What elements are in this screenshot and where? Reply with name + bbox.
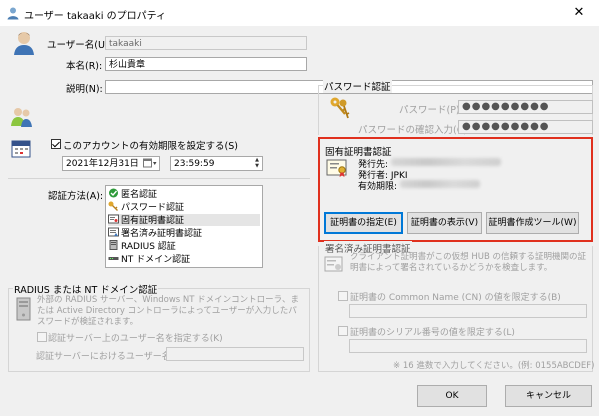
username-label: ユーザー名(U): (47, 40, 112, 51)
signed-certificate-large-icon (324, 256, 343, 272)
serial-hint: ※ 16 進数で入力してください。(例: 0155ABCDEF) (393, 361, 595, 371)
serial-limit-field[interactable] (349, 339, 587, 353)
create-cert-tool-button[interactable]: 証明書作成ツール(W) (486, 212, 579, 234)
user-icon (7, 7, 19, 20)
cert-issued-to-redacted (391, 158, 501, 166)
view-cert-button[interactable]: 証明書の表示(V) (407, 212, 482, 234)
radius-description: 外部の RADIUS サーバー、Windows NT ドメインコントローラ、また… (37, 295, 300, 327)
divider (8, 178, 310, 179)
key-icon (108, 201, 118, 211)
cert-expires-redacted (400, 180, 480, 188)
certificate-icon (108, 214, 119, 224)
close-button[interactable]: ✕ (559, 0, 599, 26)
password-field[interactable]: ●●●●●●●●● (458, 100, 593, 114)
expiry-time-picker[interactable]: 23:59:59 (170, 156, 263, 171)
user-properties-dialog: ユーザー takaaki のプロパティ ✕ ユーザー名(U): takaaki … (0, 0, 599, 416)
auth-item-cert[interactable]: 固有証明書認証 (108, 214, 260, 226)
certificate-large-icon (326, 159, 347, 177)
auth-item-anonymous[interactable]: 匿名認証 (108, 188, 260, 200)
server-icon (109, 240, 118, 250)
auth-method-label: 認証方法(A): (48, 191, 104, 202)
check-circle-icon (109, 188, 118, 198)
ok-button[interactable]: OK (417, 385, 487, 407)
auth-item-signed-cert[interactable]: 署名済み証明書認証 (108, 227, 260, 239)
radius-username-label: 認証サーバーにおけるユーザー名(T): (36, 352, 187, 362)
serial-limit-label: 証明書のシリアル番号の値を限定する(L) (350, 328, 515, 338)
radius-group-title: RADIUS または NT ドメイン認証 (13, 282, 159, 296)
network-icon (108, 257, 119, 260)
auth-item-radius[interactable]: RADIUS 認証 (108, 240, 260, 252)
password-label: パスワード(P): (399, 105, 463, 116)
password-confirm-field[interactable]: ●●●●●●●●● (458, 120, 593, 134)
expiry-date-value: 2021年12月31日 (66, 159, 139, 169)
calendar-dropdown-icon[interactable] (143, 158, 157, 169)
cert-expires-label: 有効期限: (358, 182, 398, 192)
auth-method-list[interactable]: 匿名認証 パスワード認証 固有証明書認証 署名済み証明書認証 RADIUS 認証… (105, 185, 263, 268)
cn-limit-checkbox[interactable] (338, 291, 348, 301)
server-tower-icon (16, 297, 31, 321)
title-bar: ユーザー takaaki のプロパティ ✕ (0, 0, 599, 26)
username-field[interactable]: takaaki (105, 36, 307, 50)
auth-item-nt-domain[interactable]: NT ドメイン認証 (108, 253, 260, 265)
specify-cert-button[interactable]: 証明書の指定(E) (324, 212, 403, 234)
radius-username-checkbox-label: 認証サーバー上のユーザー名を指定する(K) (48, 334, 223, 344)
keys-icon (330, 97, 350, 119)
window-title: ユーザー takaaki のプロパティ (24, 11, 167, 22)
description-label: 説明(N): (66, 84, 103, 95)
expiry-checkbox-label: このアカウントの有効期限を設定する(S) (63, 141, 238, 152)
group-icon (11, 108, 32, 127)
expiry-checkbox[interactable] (51, 139, 61, 149)
realname-label: 本名(R): (66, 61, 103, 72)
radius-username-checkbox[interactable] (37, 332, 47, 342)
cancel-button[interactable]: キャンセル (505, 385, 592, 407)
time-spinner[interactable]: ▲ ▼ (252, 157, 262, 170)
realname-field[interactable]: 杉山貴章 (105, 57, 307, 71)
password-confirm-label: パスワードの確認入力(C): (358, 125, 471, 136)
cert-group-title: 固有証明書認証 (325, 147, 392, 158)
cn-limit-field[interactable] (349, 304, 587, 318)
calendar-icon (11, 140, 31, 158)
expiry-time-value: 23:59:59 (174, 159, 215, 169)
signed-cert-description: クライアント証明書がこの仮想 HUB の信頼する証明機関の証明書によって署名され… (350, 252, 587, 273)
auth-item-password[interactable]: パスワード認証 (108, 201, 260, 213)
signed-certificate-icon (108, 227, 119, 237)
radius-username-field[interactable] (166, 347, 304, 361)
serial-limit-checkbox[interactable] (338, 326, 348, 336)
password-group-title: パスワード認証 (323, 79, 392, 93)
cn-limit-label: 証明書の Common Name (CN) の値を限定する(B) (350, 293, 561, 303)
user-large-icon (14, 32, 34, 55)
